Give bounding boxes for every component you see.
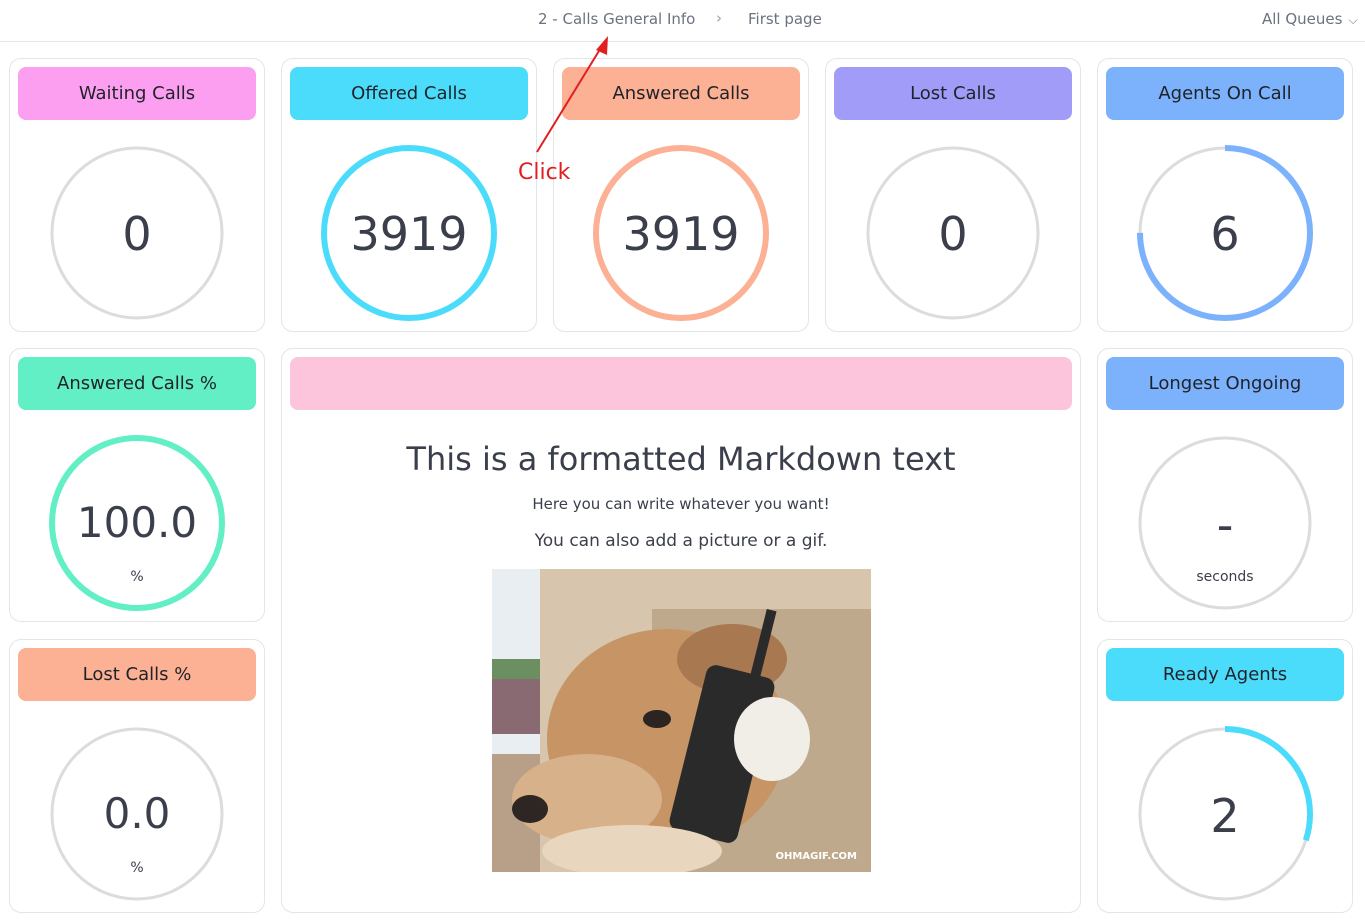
- top-bar: 2 - Calls General Info › First page All …: [0, 0, 1365, 42]
- widget-header: Offered Calls: [290, 67, 528, 120]
- widget-lost-calls-percent: Lost Calls % 0.0 %: [9, 639, 265, 913]
- widget-header: Lost Calls: [834, 67, 1072, 120]
- widget-lost-calls: Lost Calls 0: [825, 58, 1081, 332]
- markdown-paragraph: Here you can write whatever you want!: [532, 495, 830, 513]
- answered-calls-percent-value: 100.0: [76, 498, 198, 547]
- answered-calls-percent-unit: %: [130, 569, 144, 585]
- markdown-heading: This is a formatted Markdown text: [406, 440, 956, 478]
- markdown-paragraph: You can also add a picture or a gif.: [534, 531, 828, 551]
- widget-answered-calls-percent: Answered Calls % 100.0 %: [9, 348, 265, 622]
- widget-header: Ready Agents: [1106, 648, 1344, 701]
- agents-on-call-value: 6: [1210, 207, 1240, 261]
- breadcrumb-chevron-icon: ›: [716, 9, 722, 27]
- breadcrumb-dashboard[interactable]: 2 - Calls General Info: [538, 10, 695, 28]
- widget-offered-calls: Offered Calls 3919: [281, 58, 537, 332]
- widget-answered-calls: Answered Calls 3919: [553, 58, 809, 332]
- lost-calls-value: 0: [938, 207, 968, 261]
- widget-markdown: This is a formatted Markdown text Here y…: [281, 348, 1081, 913]
- waiting-calls-value: 0: [122, 207, 152, 261]
- widget-agents-on-call: Agents On Call 6: [1097, 58, 1353, 332]
- annotation-click-label: Click: [518, 160, 571, 185]
- queue-selector-label: All Queues: [1262, 10, 1343, 28]
- widget-header: Answered Calls: [562, 67, 800, 120]
- offered-calls-value: 3919: [350, 207, 468, 261]
- widget-header: [290, 357, 1072, 410]
- chevron-down-icon: ⌵: [1348, 13, 1358, 27]
- widget-header: Waiting Calls: [18, 67, 256, 120]
- widget-ready-agents: Ready Agents 2: [1097, 639, 1353, 913]
- lost-calls-percent-value: 0.0: [103, 789, 171, 838]
- widget-waiting-calls: Waiting Calls 0: [9, 58, 265, 332]
- dog-on-phone-gif: OHMAGIF.COM: [492, 569, 871, 872]
- lost-calls-percent-unit: %: [130, 860, 144, 876]
- widget-header: Longest Ongoing: [1106, 357, 1344, 410]
- ready-agents-value: 2: [1210, 789, 1240, 843]
- breadcrumb-page[interactable]: First page: [748, 10, 822, 28]
- longest-ongoing-unit: seconds: [1196, 569, 1254, 585]
- widget-longest-ongoing: Longest Ongoing - seconds: [1097, 348, 1353, 622]
- widget-header: Answered Calls %: [18, 357, 256, 410]
- widget-header: Agents On Call: [1106, 67, 1344, 120]
- widget-header: Lost Calls %: [18, 648, 256, 701]
- queue-selector[interactable]: All Queues ⌵: [1262, 10, 1358, 28]
- longest-ongoing-value: -: [1216, 498, 1234, 552]
- answered-calls-value: 3919: [622, 207, 740, 261]
- gif-watermark: OHMAGIF.COM: [775, 851, 857, 862]
